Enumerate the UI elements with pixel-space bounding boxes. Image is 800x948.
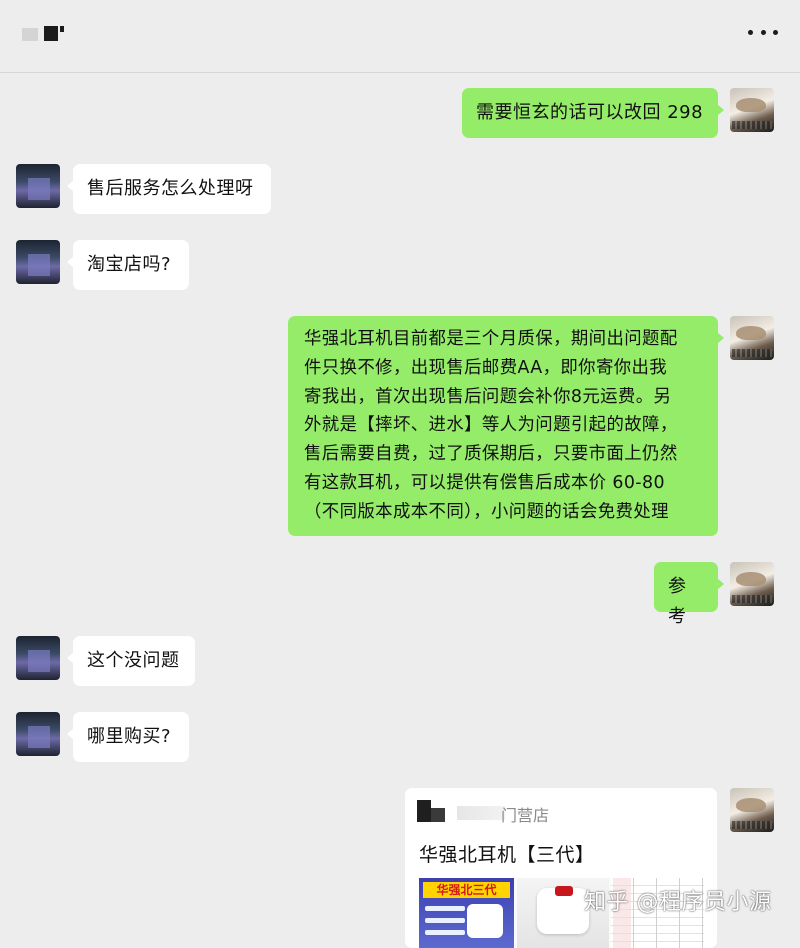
message-bubble-sent[interactable]: 需要恒玄的话可以改回 298 xyxy=(462,88,724,138)
message-bubble-received[interactable]: 淘宝店吗? xyxy=(67,240,189,290)
message-text: 淘宝店吗? xyxy=(87,254,172,275)
shop-name-redacted xyxy=(457,806,505,820)
my-avatar[interactable] xyxy=(730,788,774,832)
message-bubble-received[interactable]: 哪里购买? xyxy=(67,712,189,762)
contact-avatar[interactable] xyxy=(16,712,60,756)
message-bubble-sent[interactable]: 参考 xyxy=(654,562,724,627)
watermark: 知乎 @程序员小源 xyxy=(584,890,772,915)
product-image-banner: 华强北三代 xyxy=(423,882,510,898)
message-bubble-received[interactable]: 这个没问题 xyxy=(67,636,195,686)
message-text-line: 有这款耳机，可以提供有偿售后成本价 60-80 xyxy=(304,472,665,493)
message-text: 这个没问题 xyxy=(87,650,180,671)
chat-title-redacted xyxy=(22,26,68,42)
message-text-line: 寄我出，首次出现售后问题会补你8元运费。另 xyxy=(304,386,672,407)
message-text-line: 件只换不修，出现售后邮费AA，即你寄你出我 xyxy=(304,357,668,378)
product-share-card[interactable]: 门营店 华强北耳机【三代】 华强北三代 xyxy=(405,788,717,948)
my-avatar[interactable] xyxy=(730,88,774,132)
message-text-line: （不同版本成本不同），小问题的话会免费处理 xyxy=(304,501,669,522)
my-avatar[interactable] xyxy=(730,316,774,360)
message-text: 售后服务怎么处理呀 xyxy=(87,178,254,199)
contact-avatar[interactable] xyxy=(16,636,60,680)
contact-avatar[interactable] xyxy=(16,164,60,208)
chat-header xyxy=(0,0,800,73)
message-text-line: 华强北耳机目前都是三个月质保，期间出问题配 xyxy=(304,329,678,349)
more-dots-icon[interactable] xyxy=(748,22,778,42)
message-text-line: 外就是【摔坏、进水】等人为问题引起的故障， xyxy=(304,415,678,436)
contact-avatar[interactable] xyxy=(16,240,60,284)
shop-logo-icon xyxy=(417,798,445,824)
product-title: 华强北耳机【三代】 xyxy=(419,844,595,866)
message-text-line: 售后需要自费，过了质保期后，只要市面上仍然 xyxy=(304,444,678,465)
message-text: 参考 xyxy=(668,576,687,627)
message-text: 哪里购买? xyxy=(87,726,172,747)
message-bubble-sent[interactable]: 华强北耳机目前都是三个月质保，期间出问题配 件只换不修，出现售后邮费AA，即你寄… xyxy=(288,316,724,536)
message-bubble-received[interactable]: 售后服务怎么处理呀 xyxy=(67,164,271,214)
product-image-panel-specs: 华强北三代 xyxy=(419,878,514,948)
my-avatar[interactable] xyxy=(730,562,774,606)
message-text: 需要恒玄的话可以改回 298 xyxy=(476,102,704,123)
shop-name: 门营店 xyxy=(501,806,550,825)
